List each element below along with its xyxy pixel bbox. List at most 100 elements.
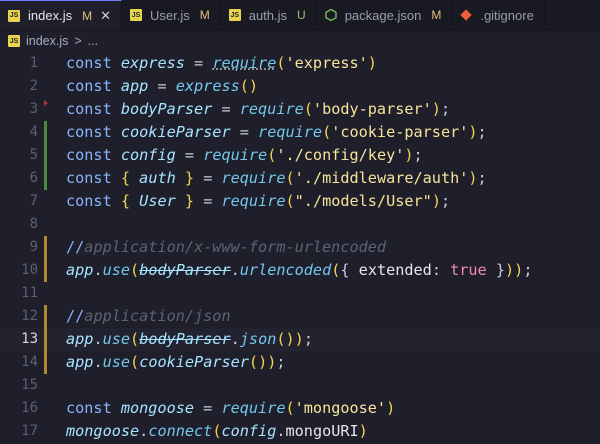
code-token: ( <box>331 261 341 279</box>
code-token: const <box>66 146 121 164</box>
code-token: connect <box>148 422 213 440</box>
code-token: = <box>175 146 204 164</box>
code-token: './middleware/auth' <box>294 169 469 187</box>
code-line[interactable]: 2 const app = express() <box>0 75 600 98</box>
code-token: require <box>221 169 286 187</box>
line-number: 11 <box>21 285 38 301</box>
code-token: auth <box>139 169 176 187</box>
code-token: . <box>230 261 240 279</box>
tab-auth-js[interactable]: JS auth.js U <box>221 0 317 30</box>
git-status-badge: M <box>199 8 210 22</box>
code-editor[interactable]: 1 const express = require('express') 2 cons… <box>0 52 600 444</box>
code-token: 'express' <box>285 54 368 72</box>
code-line[interactable]: 6 const { auth } = require('./middleware/… <box>0 167 600 190</box>
code-text: const express = require('express') <box>66 52 377 75</box>
code-token: ( <box>130 330 140 348</box>
git-icon <box>460 9 472 21</box>
code-token: = <box>194 169 222 187</box>
code-line[interactable]: 10 app.use(bodyParser.urlencoded({ extend… <box>0 259 600 282</box>
code-token: ( <box>285 169 295 187</box>
tab--gitignore[interactable]: .gitignore <box>452 0 545 30</box>
code-token: cookieParser <box>139 353 249 371</box>
code-line[interactable]: 13 app.use(bodyParser.json()); <box>0 328 600 351</box>
code-token: const <box>66 399 121 417</box>
code-token: () <box>276 330 295 348</box>
code-token: = <box>148 77 176 95</box>
tab-bar: JS index.js M ✕ JS User.js M JS auth.js Upackage.… <box>0 0 600 31</box>
code-line[interactable]: 12 //application/json <box>0 305 600 328</box>
deleted-line-marker <box>44 100 48 106</box>
code-line[interactable]: 4 const cookieParser = require('cookie-pa… <box>0 121 600 144</box>
code-line[interactable]: 9 //application/x-www-form-urlencoded <box>0 236 600 259</box>
code-token: const <box>66 100 121 118</box>
code-line[interactable]: 7 const { User } = require("./models/User… <box>0 190 600 213</box>
code-token: json <box>239 330 277 348</box>
line-number: 10 <box>21 262 38 278</box>
code-token: ) <box>431 192 441 210</box>
code-line[interactable]: 11 <box>0 282 600 305</box>
code-token: { <box>120 169 140 187</box>
line-number: 9 <box>29 239 38 255</box>
code-line[interactable]: 14 app.use(cookieParser()); <box>0 351 600 374</box>
code-token: mongoose <box>66 422 140 440</box>
code-token: ) <box>267 353 277 371</box>
tab-package-json[interactable]: package.json M <box>317 0 453 30</box>
modified-line-marker <box>44 305 47 328</box>
line-number: 17 <box>21 423 38 439</box>
code-line[interactable]: 17 mongoose.connect(config.mongoURI) <box>0 420 600 443</box>
tab-index-js[interactable]: JS index.js M ✕ <box>0 0 122 30</box>
code-token: } <box>175 169 195 187</box>
code-token: const <box>66 77 121 95</box>
code-text: //application/json <box>66 305 231 328</box>
code-line[interactable]: 5 const config = require('./config/key'); <box>0 144 600 167</box>
line-number: 3 <box>29 101 38 117</box>
code-token: ) <box>505 261 515 279</box>
breadcrumb-file[interactable]: index.js <box>26 34 68 48</box>
code-token: const <box>66 54 121 72</box>
code-token: . <box>93 261 103 279</box>
code-line[interactable]: 1 const express = require('express') <box>0 52 600 75</box>
code-text: app.use(bodyParser.urlencoded({ extended… <box>66 259 532 282</box>
code-token: ) <box>468 123 478 141</box>
code-token: extended <box>358 261 432 279</box>
tab-user-js[interactable]: JS User.js M <box>122 0 221 30</box>
code-line[interactable]: 3 const bodyParser = require('body-parser… <box>0 98 600 121</box>
code-token: ) <box>358 422 368 440</box>
code-token: ) <box>404 146 414 164</box>
code-token: mongoURI <box>285 422 359 440</box>
close-icon[interactable]: ✕ <box>100 8 111 24</box>
code-token: mongoose <box>120 399 195 417</box>
added-line-marker <box>44 144 47 167</box>
code-token: ) <box>367 54 377 72</box>
code-text: mongoose.connect(config.mongoURI) <box>66 420 368 443</box>
code-token: const <box>66 192 121 210</box>
code-text: //application/x-www-form-urlencoded <box>66 236 386 259</box>
breadcrumb-rest[interactable]: ... <box>88 34 98 48</box>
code-line[interactable]: 8 <box>0 213 600 236</box>
code-token: = <box>230 123 259 141</box>
code-text: const { auth } = require('./middleware/a… <box>66 167 487 190</box>
code-token: ( <box>130 261 140 279</box>
code-line[interactable]: 16 const mongoose = require('mongoose') <box>0 397 600 420</box>
code-token: ; <box>303 330 313 348</box>
code-token: ) <box>431 100 441 118</box>
code-token: config <box>120 146 176 164</box>
code-token: 'cookie-parser' <box>331 123 469 141</box>
code-token: './config/key' <box>276 146 405 164</box>
code-text: const { User } = require("./models/User"… <box>66 190 450 213</box>
code-token: require <box>258 123 323 141</box>
code-token: const <box>66 123 121 141</box>
code-text: const config = require('./config/key'); <box>66 144 423 167</box>
code-token: urlencoded <box>239 261 332 279</box>
modified-line-marker <box>44 328 47 351</box>
line-number: 6 <box>29 170 38 186</box>
code-token: User <box>139 192 176 210</box>
code-text: const cookieParser = require('cookie-par… <box>66 121 487 144</box>
line-number: 14 <box>21 354 38 370</box>
code-token: require <box>203 146 268 164</box>
code-line[interactable]: 15 <box>0 374 600 397</box>
modified-line-marker <box>44 351 47 374</box>
code-text: const mongoose = require('mongoose') <box>66 397 395 420</box>
code-token: ( <box>130 353 140 371</box>
code-text: app.use(bodyParser.json()); <box>66 328 313 351</box>
